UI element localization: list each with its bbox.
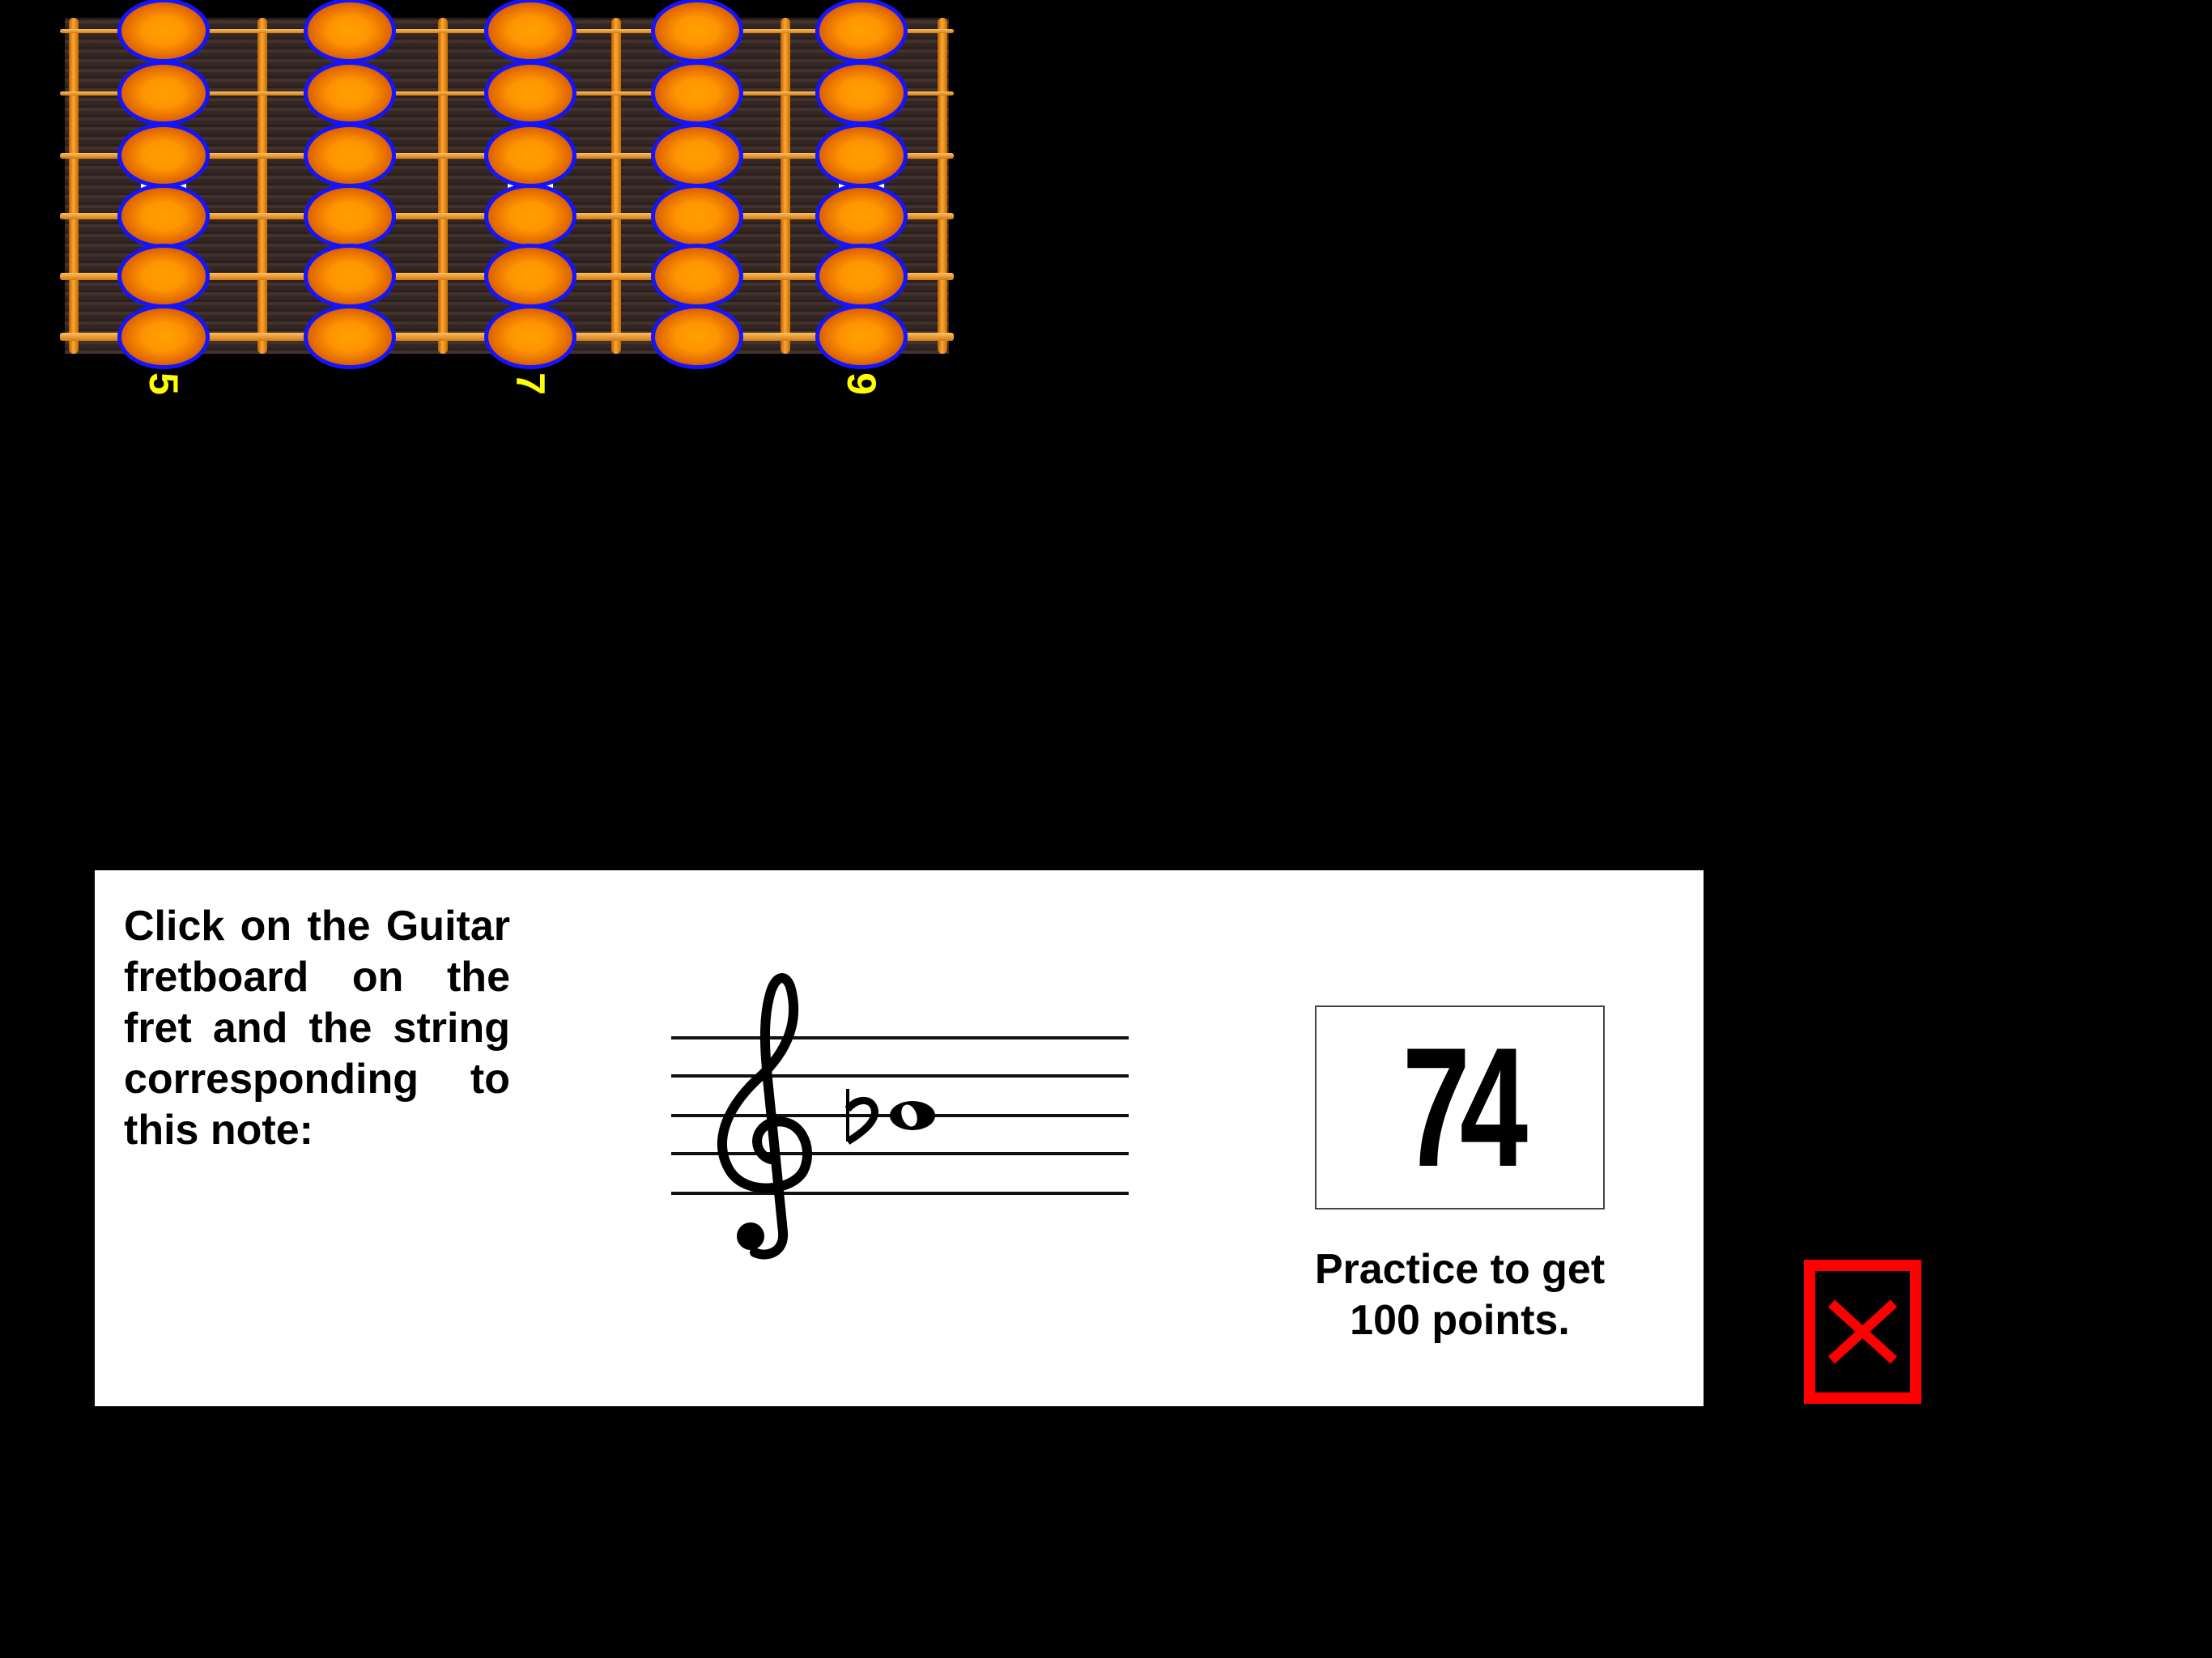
note-dot-fret-5-string-2[interactable] [117, 61, 210, 125]
music-staff [671, 973, 1129, 1260]
note-dot-fret-6-string-6[interactable] [304, 304, 396, 369]
note-dot-fret-6-string-5[interactable] [304, 244, 396, 308]
close-button[interactable] [1804, 1260, 1921, 1404]
note-dot-fret-9-string-6[interactable] [815, 304, 908, 369]
note-dot-fret-7-string-5[interactable] [484, 244, 576, 308]
guitar-fretboard[interactable] [60, 0, 954, 369]
note-dot-fret-8-string-6[interactable] [651, 304, 743, 369]
note-dot-fret-5-string-6[interactable] [117, 304, 210, 369]
note-dot-fret-7-string-6[interactable] [484, 304, 576, 369]
note-dot-fret-7-string-1[interactable] [484, 0, 576, 63]
whole-note-icon [890, 1101, 935, 1130]
note-dot-fret-9-string-3[interactable] [815, 123, 908, 188]
fret-wire [257, 18, 267, 354]
fret-wire [781, 18, 790, 354]
note-dot-fret-5-string-5[interactable] [117, 244, 210, 308]
note-dot-fret-6-string-1[interactable] [304, 0, 396, 63]
note-dot-fret-7-string-4[interactable] [484, 184, 576, 249]
practice-message-line1: Practice to get [1314, 1246, 1606, 1293]
fret-wire [438, 18, 448, 354]
practice-message: Practice to get 100 points. [1285, 1244, 1635, 1346]
practice-message-line2: 100 points. [1350, 1297, 1570, 1344]
note-dot-fret-8-string-5[interactable] [651, 244, 743, 308]
note-dot-fret-8-string-3[interactable] [651, 123, 743, 188]
note-dot-fret-5-string-1[interactable] [117, 0, 210, 63]
note-dot-fret-7-string-2[interactable] [484, 61, 576, 125]
score-value: 74 [1402, 1012, 1528, 1202]
fret-wire [938, 18, 947, 354]
note-dot-fret-8-string-4[interactable] [651, 184, 743, 249]
note-dot-fret-7-string-3[interactable] [484, 123, 576, 188]
fret-wire [611, 18, 621, 354]
note-dot-fret-9-string-4[interactable] [815, 184, 908, 249]
instruction-text: Click on the Guitar fretboard on the fre… [124, 903, 510, 1154]
note-dot-fret-8-string-1[interactable] [651, 0, 743, 63]
note-dot-fret-9-string-5[interactable] [815, 244, 908, 308]
note-dot-fret-5-string-4[interactable] [117, 184, 210, 249]
fret-number-label: 9 [839, 372, 884, 395]
score-box: 74 [1315, 1005, 1605, 1209]
fret-wire [69, 18, 79, 354]
question-panel: Click on the Guitar fretboard on the fre… [95, 870, 1704, 1406]
note-dot-fret-6-string-4[interactable] [304, 184, 396, 249]
note-dot-fret-8-string-2[interactable] [651, 61, 743, 125]
close-icon [1827, 1299, 1898, 1364]
note-dot-fret-9-string-2[interactable] [815, 61, 908, 125]
fret-number-label: 5 [141, 372, 186, 395]
note-dot-fret-9-string-1[interactable] [815, 0, 908, 63]
note-dot-fret-6-string-3[interactable] [304, 123, 396, 188]
fret-number-label: 7 [508, 372, 553, 395]
note-dot-fret-5-string-3[interactable] [117, 123, 210, 188]
note-dot-fret-6-string-2[interactable] [304, 61, 396, 125]
